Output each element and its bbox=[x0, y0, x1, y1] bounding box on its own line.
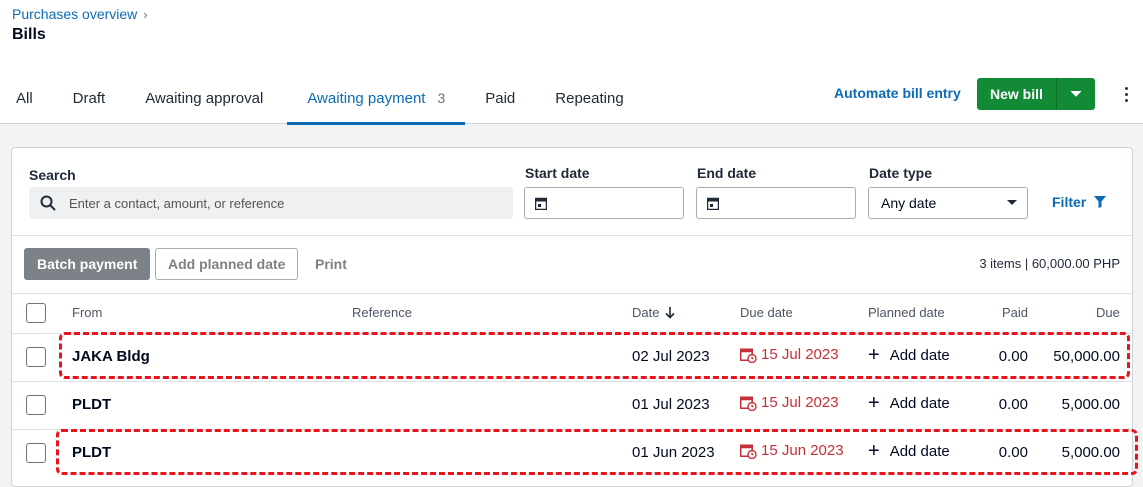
new-bill-button[interactable]: New bill bbox=[977, 78, 1056, 110]
add-planned-date-button[interactable]: Add planned date bbox=[155, 248, 299, 280]
paid-amount: 0.00 bbox=[998, 396, 1028, 413]
due-date: 15 Jun 2023 bbox=[740, 442, 844, 459]
column-header-reference[interactable]: Reference bbox=[352, 305, 412, 320]
search-label: Search bbox=[29, 167, 76, 183]
tab-all[interactable]: All bbox=[0, 72, 49, 124]
due-amount: 5,000.00 bbox=[1061, 444, 1120, 461]
end-date-label: End date bbox=[697, 165, 757, 181]
tab-count-badge: 3 bbox=[437, 90, 446, 106]
toolbar-divider bbox=[12, 293, 1132, 294]
column-header-due-date[interactable]: Due date bbox=[740, 305, 793, 320]
start-date-field[interactable] bbox=[524, 187, 684, 219]
bills-panel: Search Start date End date Date type Any… bbox=[11, 147, 1133, 487]
date-type-label: Date type bbox=[869, 165, 933, 181]
filter-icon bbox=[1094, 196, 1107, 208]
sort-down-arrow-icon bbox=[665, 306, 676, 319]
paid-amount: 0.00 bbox=[998, 444, 1028, 461]
bill-date: 02 Jul 2023 bbox=[632, 348, 710, 365]
date-type-select[interactable]: Any date bbox=[868, 187, 1028, 219]
calendar-icon bbox=[535, 197, 547, 210]
paid-amount: 0.00 bbox=[998, 348, 1028, 365]
batch-payment-button[interactable]: Batch payment bbox=[24, 248, 151, 280]
overdue-calendar-icon bbox=[740, 348, 757, 363]
end-date-field[interactable] bbox=[696, 187, 856, 219]
calendar-icon bbox=[707, 197, 719, 210]
new-bill-split-button: New bill bbox=[977, 78, 1095, 110]
chevron-down-icon bbox=[1070, 90, 1082, 97]
due-date-text: 15 Jul 2023 bbox=[761, 346, 839, 363]
column-header-paid[interactable]: Paid bbox=[1002, 305, 1028, 320]
plus-icon: + bbox=[868, 440, 880, 462]
tab-label: All bbox=[16, 89, 33, 107]
plus-icon: + bbox=[868, 392, 880, 414]
add-date-label: Add date bbox=[889, 346, 950, 364]
more-options-icon[interactable] bbox=[1120, 83, 1132, 105]
add-date-label: Add date bbox=[889, 442, 950, 460]
start-date-label: Start date bbox=[525, 165, 590, 181]
add-planned-date-link[interactable]: + Add date bbox=[868, 440, 950, 462]
table-row[interactable]: JAKA Bldg 02 Jul 2023 15 Jul 2023 + Add … bbox=[12, 333, 1132, 381]
tab-label: Repeating bbox=[555, 89, 624, 107]
due-date-text: 15 Jun 2023 bbox=[761, 442, 844, 459]
due-date: 15 Jul 2023 bbox=[740, 394, 839, 411]
automate-bill-entry-link[interactable]: Automate bill entry bbox=[834, 85, 961, 101]
column-header-label: Date bbox=[632, 305, 660, 320]
select-all-checkbox[interactable] bbox=[26, 303, 46, 323]
table-row[interactable]: PLDT 01 Jun 2023 15 Jun 2023 + Add date … bbox=[12, 429, 1132, 477]
breadcrumb[interactable]: Purchases overview › bbox=[12, 6, 148, 22]
contact-name: PLDT bbox=[72, 444, 112, 461]
filter-label: Filter bbox=[1052, 194, 1087, 210]
due-amount: 5,000.00 bbox=[1061, 396, 1120, 413]
due-date: 15 Jul 2023 bbox=[740, 346, 839, 363]
add-date-label: Add date bbox=[889, 394, 950, 412]
table-row[interactable]: PLDT 01 Jul 2023 15 Jul 2023 + Add date … bbox=[12, 381, 1132, 429]
overdue-calendar-icon bbox=[740, 396, 757, 411]
print-button[interactable]: Print bbox=[315, 256, 347, 272]
plus-icon: + bbox=[868, 344, 880, 366]
filter-divider bbox=[12, 235, 1132, 236]
column-header-date[interactable]: Date bbox=[632, 305, 676, 320]
row-checkbox[interactable] bbox=[26, 443, 46, 463]
column-header-planned-date[interactable]: Planned date bbox=[868, 305, 945, 320]
tab-label: Awaiting payment bbox=[307, 89, 426, 107]
tab-draft[interactable]: Draft bbox=[57, 72, 122, 124]
add-planned-date-link[interactable]: + Add date bbox=[868, 344, 950, 366]
page-header: Purchases overview › Bills All Draft Awa… bbox=[0, 0, 1143, 125]
filter-button[interactable]: Filter bbox=[1052, 194, 1107, 210]
chevron-down-icon bbox=[1007, 200, 1017, 205]
column-header-due[interactable]: Due bbox=[1096, 305, 1120, 320]
search-input[interactable] bbox=[67, 194, 497, 212]
bill-date: 01 Jul 2023 bbox=[632, 396, 710, 413]
page-title: Bills bbox=[12, 26, 46, 43]
add-planned-date-link[interactable]: + Add date bbox=[868, 392, 950, 414]
row-checkbox[interactable] bbox=[26, 347, 46, 367]
due-date-text: 15 Jul 2023 bbox=[761, 394, 839, 411]
contact-name: PLDT bbox=[72, 396, 112, 413]
contact-name: JAKA Bldg bbox=[72, 348, 150, 365]
breadcrumb-link[interactable]: Purchases overview bbox=[12, 6, 137, 22]
date-type-value: Any date bbox=[881, 195, 937, 211]
tab-label: Paid bbox=[485, 89, 516, 107]
overdue-calendar-icon bbox=[740, 444, 757, 459]
chevron-right-icon: › bbox=[143, 6, 148, 22]
due-amount: 50,000.00 bbox=[1053, 348, 1120, 365]
tab-awaiting-payment[interactable]: Awaiting payment 3 bbox=[287, 72, 466, 125]
status-tabs: All Draft Awaiting approval Awaiting pay… bbox=[0, 72, 640, 125]
tab-paid[interactable]: Paid bbox=[469, 72, 531, 124]
bill-date: 01 Jun 2023 bbox=[632, 444, 715, 461]
items-summary: 3 items | 60,000.00 PHP bbox=[979, 256, 1120, 271]
search-field[interactable] bbox=[29, 187, 513, 219]
tab-awaiting-approval[interactable]: Awaiting approval bbox=[129, 72, 279, 124]
tab-repeating[interactable]: Repeating bbox=[539, 72, 639, 124]
tab-label: Awaiting approval bbox=[145, 89, 264, 107]
row-checkbox[interactable] bbox=[26, 395, 46, 415]
tab-label: Draft bbox=[72, 89, 106, 107]
column-header-from[interactable]: From bbox=[72, 305, 102, 320]
new-bill-menu-button[interactable] bbox=[1055, 78, 1095, 110]
search-icon bbox=[33, 195, 63, 211]
